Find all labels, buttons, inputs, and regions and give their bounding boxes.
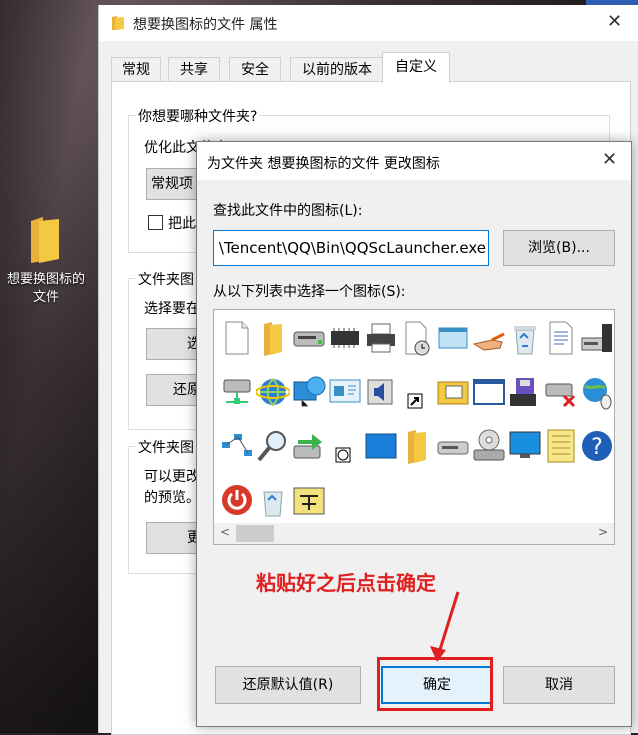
globe-mouse-icon[interactable] — [578, 370, 614, 424]
icon-list[interactable]: ? < > — [213, 309, 615, 545]
flat-drive-icon[interactable] — [434, 424, 470, 478]
speaker-window-icon[interactable] — [362, 370, 398, 424]
network-globe-icon[interactable] — [290, 370, 326, 424]
notes-icon[interactable] — [542, 424, 578, 478]
folder-icon-2[interactable] — [398, 424, 434, 478]
desktop-folder-label: 想要换图标的 文件 — [6, 272, 85, 305]
tab-general[interactable]: 常规 — [111, 57, 161, 82]
help-icon[interactable]: ? — [578, 424, 614, 478]
horizontal-scrollbar[interactable]: < > — [214, 523, 614, 544]
properties-titlebar: 想要换图标的文件 属性 ✕ — [99, 5, 638, 41]
select-icon-label: 从以下列表中选择一个图标(S): — [213, 284, 406, 300]
choose-file-button[interactable]: 选 — [146, 328, 202, 360]
folder-picture-group-title: 文件夹图 — [136, 269, 196, 289]
icon-description-line2: 的预览。 — [144, 490, 200, 506]
magnifier-icon[interactable] — [254, 424, 290, 478]
tab-previous-versions[interactable]: 以前的版本 — [290, 57, 384, 82]
folder-tools-icon[interactable] — [434, 370, 470, 424]
choose-picture-text: 选择要在 — [144, 301, 200, 317]
close-icon[interactable]: ✕ — [607, 11, 622, 32]
icon-grid: ? — [218, 316, 614, 532]
clock-small-icon[interactable] — [326, 424, 362, 478]
browse-button[interactable]: 浏览(B)... — [503, 230, 615, 266]
recycle-bin-full-icon[interactable] — [506, 316, 542, 370]
folder-icon — [111, 15, 125, 35]
scroll-left-icon[interactable]: < — [220, 525, 230, 539]
folder-icon[interactable] — [254, 316, 290, 370]
restore-picture-button[interactable]: 还原 — [146, 374, 202, 406]
computer-tower-icon[interactable] — [578, 316, 614, 370]
desktop-folder-icon[interactable]: 想要换图标的 文件 — [0, 215, 92, 307]
dialog-titlebar: 为文件夹 想要换图标的文件 更改图标 ✕ — [197, 142, 631, 180]
tab-sharing[interactable]: 共享 — [168, 57, 220, 82]
folder-icon — [29, 215, 63, 265]
monitor-icon[interactable] — [506, 424, 542, 478]
folder-type-group-title: 你想要哪种文件夹? — [136, 106, 260, 126]
wallpaper-shade — [0, 0, 110, 733]
network-nodes-icon[interactable] — [218, 424, 254, 478]
printer-icon[interactable] — [362, 316, 398, 370]
svg-text:?: ? — [591, 435, 603, 460]
annotation-text: 粘贴好之后点击确定 — [256, 571, 436, 595]
network-drive-icon[interactable] — [218, 370, 254, 424]
blue-window-icon[interactable] — [362, 424, 398, 478]
scroll-right-icon[interactable]: > — [598, 525, 608, 539]
folder-icon-group-title: 文件夹图 — [136, 437, 196, 457]
hard-drive-icon[interactable] — [290, 316, 326, 370]
scroll-thumb[interactable] — [236, 525, 274, 542]
tab-security[interactable]: 安全 — [229, 57, 281, 82]
window-frame-icon[interactable] — [470, 370, 506, 424]
icon-file-path-value: \Tencent\QQ\Bin\QQScLauncher.exe — [218, 239, 486, 257]
close-icon[interactable]: ✕ — [602, 149, 617, 170]
cd-drive-icon[interactable] — [470, 424, 506, 478]
text-document-icon[interactable] — [542, 316, 578, 370]
presentation-icon[interactable] — [326, 370, 362, 424]
apply-subfolders-checkbox[interactable] — [148, 215, 163, 230]
annotation-highlight-box — [377, 657, 493, 711]
window-3d-icon[interactable] — [434, 316, 470, 370]
hand-pointer-icon[interactable] — [470, 316, 506, 370]
clock-file-icon[interactable] — [398, 316, 434, 370]
blank-file-icon[interactable] — [218, 316, 254, 370]
change-icon-button[interactable]: 更 — [146, 522, 202, 554]
dialog-title: 为文件夹 想要换图标的文件 更改图标 — [207, 156, 440, 172]
icon-file-path-input[interactable]: \Tencent\QQ\Bin\QQScLauncher.exe — [213, 230, 489, 266]
disconnected-drive-icon[interactable] — [542, 370, 578, 424]
globe-ie-icon[interactable] — [254, 370, 290, 424]
change-icon-dialog: 为文件夹 想要换图标的文件 更改图标 ✕ 查找此文件中的图标(L): \Tenc… — [196, 141, 632, 727]
optimize-dropdown[interactable]: 常规项 — [146, 168, 202, 200]
properties-title: 想要换图标的文件 属性 — [133, 17, 278, 33]
tab-customize[interactable]: 自定义 — [382, 52, 450, 83]
drive-arrow-icon[interactable] — [290, 424, 326, 478]
floppy-disk-icon[interactable] — [506, 370, 542, 424]
restore-default-button[interactable]: 还原默认值(R) — [215, 666, 361, 704]
icon-description-line1: 可以更改 — [144, 469, 200, 485]
shortcut-arrow-icon[interactable] — [398, 370, 434, 424]
apply-subfolders-label: 把此 — [168, 216, 196, 232]
cancel-button[interactable]: 取消 — [503, 666, 615, 704]
find-icons-label: 查找此文件中的图标(L): — [213, 203, 363, 219]
memory-chip-icon[interactable] — [326, 316, 362, 370]
